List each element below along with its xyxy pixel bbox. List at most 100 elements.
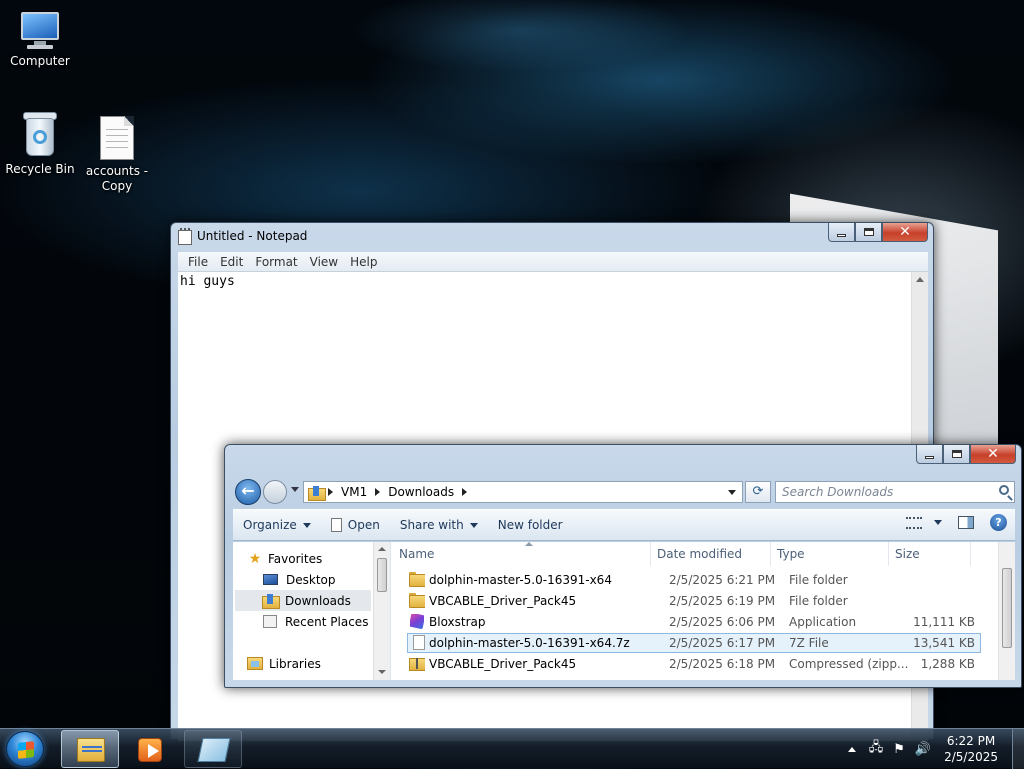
chevron-right-icon[interactable] (462, 488, 468, 496)
new-folder-button[interactable]: New folder (488, 513, 573, 537)
share-with-button[interactable]: Share with (390, 513, 488, 537)
menu-help[interactable]: Help (344, 255, 383, 269)
breadcrumb-vm1[interactable]: VM1 (341, 485, 367, 499)
scroll-down-icon[interactable] (378, 670, 386, 674)
address-bar[interactable]: VM1 Downloads (303, 481, 743, 503)
scroll-up-icon[interactable] (378, 547, 386, 551)
minimize-button[interactable] (916, 445, 943, 464)
taskbar-explorer-button[interactable] (61, 730, 119, 768)
column-header-size[interactable]: Size (889, 542, 971, 566)
clock[interactable]: 6:22 PM 2/5/2025 (944, 733, 998, 765)
column-header-name[interactable]: Name (393, 542, 651, 566)
show-desktop-button[interactable] (1012, 729, 1024, 769)
clock-time: 6:22 PM (946, 734, 996, 748)
close-icon: ✕ (899, 224, 911, 240)
minimize-icon (925, 455, 934, 459)
desktop-icon (263, 574, 278, 585)
desktop-icon-recycle-bin[interactable]: Recycle Bin (0, 112, 80, 177)
file-size: 13,541 KB (913, 636, 975, 650)
organize-button[interactable]: Organize (233, 513, 321, 537)
downloads-folder-icon (308, 485, 326, 501)
table-row[interactable]: dolphin-master-5.0-16391-x64 2/5/2025 6:… (407, 570, 981, 590)
file-date: 2/5/2025 6:06 PM (669, 615, 776, 629)
open-button[interactable]: Open (321, 513, 390, 537)
scroll-thumb[interactable] (1002, 568, 1012, 648)
desktop-icon-computer[interactable]: Computer (0, 10, 80, 69)
volume-icon[interactable]: 🔊 (915, 742, 931, 757)
explorer-body: ★ Favorites Desktop Downloads Recent Pla… (233, 542, 1015, 680)
table-row-selected[interactable]: dolphin-master-5.0-16391-x64.7z 2/5/2025… (407, 633, 981, 653)
nav-item-libraries[interactable]: Libraries (247, 653, 387, 674)
chevron-down-icon[interactable] (934, 520, 942, 525)
nav-label: Desktop (286, 572, 336, 587)
taskbar: 🖧 ⚑ 🔊 6:22 PM 2/5/2025 (0, 728, 1024, 769)
table-row[interactable]: VBCABLE_Driver_Pack45 2/5/2025 6:18 PM C… (407, 654, 981, 674)
nav-item-desktop[interactable]: Desktop (255, 569, 390, 590)
scroll-thumb[interactable] (377, 558, 387, 592)
command-bar-right: ? (906, 514, 1007, 531)
close-button[interactable]: ✕ (882, 223, 928, 242)
file-name: dolphin-master-5.0-16391-x64.7z (429, 636, 630, 650)
menu-format[interactable]: Format (249, 255, 303, 269)
address-dropdown[interactable] (728, 490, 736, 495)
table-row[interactable]: Bloxstrap 2/5/2025 6:06 PM Application 1… (407, 612, 981, 632)
command-bar: Organize Open Share with New folder ? (233, 509, 1015, 541)
maximize-button[interactable] (943, 445, 970, 464)
column-header-date-modified[interactable]: Date modified (651, 542, 771, 566)
file-explorer-icon (77, 738, 105, 762)
show-hidden-icons-icon[interactable] (847, 746, 856, 752)
view-options-icon[interactable] (906, 516, 922, 529)
maximize-button[interactable] (855, 223, 882, 242)
taskbar-notepad-button[interactable] (184, 730, 242, 768)
menu-view[interactable]: View (304, 255, 344, 269)
file-date: 2/5/2025 6:17 PM (669, 636, 776, 650)
network-icon[interactable]: 🖧 (869, 738, 884, 760)
notepad-icon (197, 738, 231, 762)
chevron-right-icon[interactable] (328, 488, 333, 496)
navigation-pane: ★ Favorites Desktop Downloads Recent Pla… (233, 542, 391, 680)
help-icon[interactable]: ? (990, 514, 1007, 531)
search-input[interactable]: Search Downloads (775, 481, 1015, 503)
scroll-up-icon[interactable] (916, 277, 924, 282)
minimize-button[interactable] (828, 223, 855, 242)
forward-button[interactable] (263, 480, 287, 504)
nav-pane-scrollbar[interactable] (373, 542, 390, 680)
column-header-type[interactable]: Type (771, 542, 889, 566)
nav-item-favorites[interactable]: ★ Favorites (247, 548, 387, 569)
desktop-icon-label: accounts - Copy (85, 164, 149, 193)
menu-file[interactable]: File (182, 255, 214, 269)
close-button[interactable]: ✕ (970, 445, 1016, 464)
action-center-flag-icon[interactable]: ⚑ (893, 742, 905, 757)
arrow-left-icon: ← (241, 481, 255, 500)
share-with-label: Share with (399, 518, 464, 532)
recycle-bin-icon (23, 112, 57, 158)
refresh-button[interactable]: ⟳ (745, 481, 771, 503)
chevron-right-icon[interactable] (375, 488, 381, 496)
recent-places-icon (263, 615, 277, 628)
back-button[interactable]: ← (235, 479, 261, 505)
notepad-icon (178, 228, 192, 245)
menu-bar: File Edit Format View Help (178, 252, 928, 271)
recent-pages-dropdown[interactable] (291, 487, 299, 492)
nav-item-downloads[interactable]: Downloads (235, 590, 371, 611)
computer-icon (17, 10, 63, 50)
file-name: Bloxstrap (429, 615, 486, 629)
column-label: Date modified (657, 547, 743, 561)
file-list-scrollbar[interactable] (998, 542, 1015, 680)
navigation-bar: ← VM1 Downloads ⟳ Search Downloads (233, 475, 1015, 507)
taskbar-media-player-button[interactable] (122, 730, 180, 768)
preview-pane-icon[interactable] (958, 516, 974, 529)
file-type: Application (789, 615, 857, 629)
start-button[interactable] (6, 731, 44, 767)
desktop-icon-accounts-copy[interactable]: accounts - Copy (78, 116, 156, 194)
menu-edit[interactable]: Edit (214, 255, 249, 269)
column-label: Name (399, 547, 435, 561)
nav-item-recent-places[interactable]: Recent Places (255, 611, 390, 632)
explorer-window[interactable]: ✕ ← VM1 Downloads ⟳ Search Downloads Org… (224, 444, 1022, 688)
maximize-icon (951, 450, 962, 458)
file-name: dolphin-master-5.0-16391-x64 (429, 573, 612, 587)
table-row[interactable]: VBCABLE_Driver_Pack45 2/5/2025 6:19 PM F… (407, 591, 981, 611)
downloads-icon (262, 594, 280, 609)
breadcrumb-downloads[interactable]: Downloads (388, 485, 454, 499)
file-type: File folder (789, 594, 848, 608)
